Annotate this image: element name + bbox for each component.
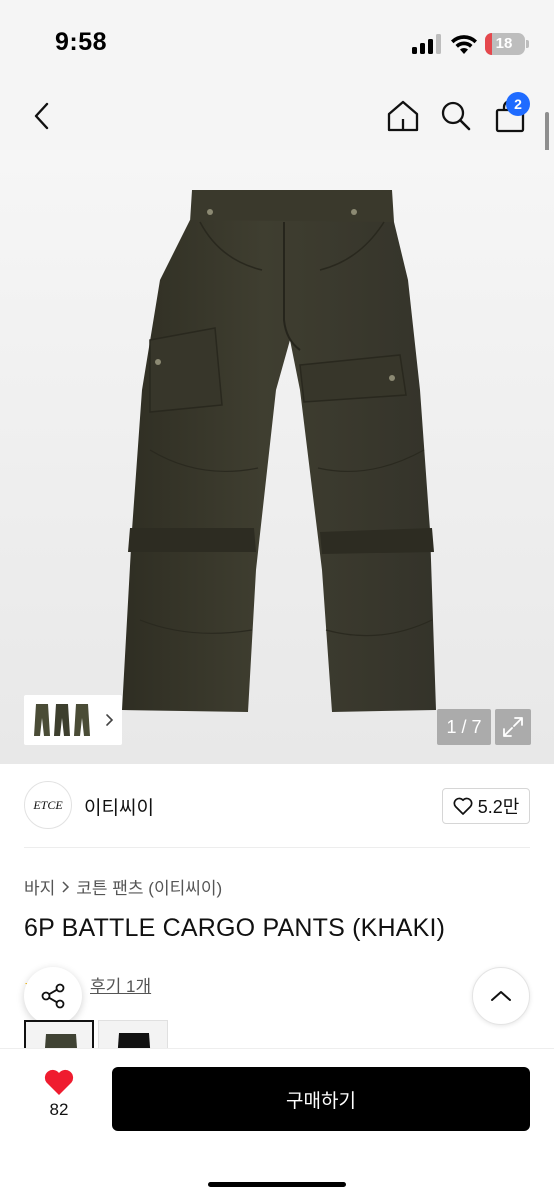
back-chevron-icon[interactable] <box>20 94 64 138</box>
brand-logo-text: ETCE <box>33 797 63 812</box>
product-image-gallery[interactable] <box>0 150 554 764</box>
battery-cap <box>526 40 529 48</box>
brand-name[interactable]: 이티씨이 <box>84 793 154 820</box>
breadcrumb-subcategory[interactable]: 코튼 팬츠 (이티씨이) <box>76 874 222 899</box>
scroll-to-top-button[interactable] <box>472 967 530 1025</box>
battery-level: 18 <box>495 35 513 52</box>
thumbnail-pants-image <box>34 704 90 736</box>
share-icon <box>41 983 65 1009</box>
expand-icon[interactable] <box>495 709 531 745</box>
heart-filled-icon <box>44 1069 74 1095</box>
chevron-up-icon <box>491 991 511 1001</box>
thumbnail-chevron-right-icon[interactable] <box>104 710 116 730</box>
share-button[interactable] <box>24 967 82 1025</box>
divider <box>24 847 530 848</box>
cart-count-badge: 2 <box>506 92 530 116</box>
status-time: 9:58 <box>55 28 108 56</box>
home-indicator <box>208 1182 346 1187</box>
home-icon[interactable] <box>381 94 425 138</box>
breadcrumb: 바지 코튼 팬츠 (이티씨이) <box>24 874 222 899</box>
brand-like-count: 5.2만 <box>477 797 520 817</box>
battery-icon: 18 <box>485 33 525 55</box>
heart-outline-icon <box>453 797 473 815</box>
buy-button[interactable]: 구매하기 <box>112 1067 530 1131</box>
wifi-icon <box>451 35 477 54</box>
search-icon[interactable] <box>434 94 478 138</box>
wishlist-count: 82 <box>49 1100 69 1119</box>
product-image-cargo-pants <box>122 190 436 712</box>
wishlist-button[interactable]: 82 <box>36 1068 82 1128</box>
brand-like-button[interactable]: 5.2만 <box>442 788 530 824</box>
cellular-signal-icon <box>412 34 441 54</box>
breadcrumb-chevron-icon <box>62 880 70 893</box>
brand-logo[interactable]: ETCE <box>24 781 72 829</box>
review-link[interactable]: 후기 1개 <box>90 972 151 997</box>
breadcrumb-category[interactable]: 바지 <box>24 874 55 899</box>
image-counter: 1 / 7 <box>437 709 491 745</box>
product-title: 6P BATTLE CARGO PANTS (KHAKI) <box>24 914 446 942</box>
